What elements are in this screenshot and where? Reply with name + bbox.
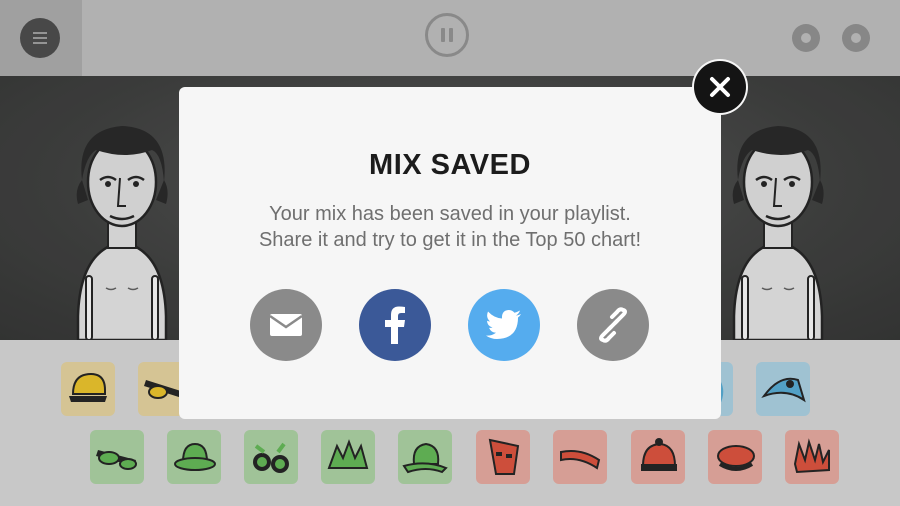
share-link-button[interactable] — [577, 289, 649, 361]
share-twitter-button[interactable] — [468, 289, 540, 361]
share-email-button[interactable] — [250, 289, 322, 361]
close-dialog-button[interactable] — [694, 61, 746, 113]
share-facebook-button[interactable] — [359, 289, 431, 361]
dialog-message-line-1: Your mix has been saved in your playlist… — [269, 203, 631, 225]
email-icon — [269, 314, 303, 336]
facebook-icon — [385, 306, 405, 344]
mix-saved-dialog: MIX SAVED Your mix has been saved in you… — [179, 87, 721, 419]
dialog-message: Your mix has been saved in your playlist… — [179, 201, 721, 253]
link-icon — [599, 307, 627, 343]
close-icon — [710, 77, 730, 97]
twitter-icon — [486, 310, 521, 339]
dialog-message-line-2: Share it and try to get it in the Top 50… — [258, 229, 642, 251]
dialog-title: MIX SAVED — [369, 149, 531, 181]
